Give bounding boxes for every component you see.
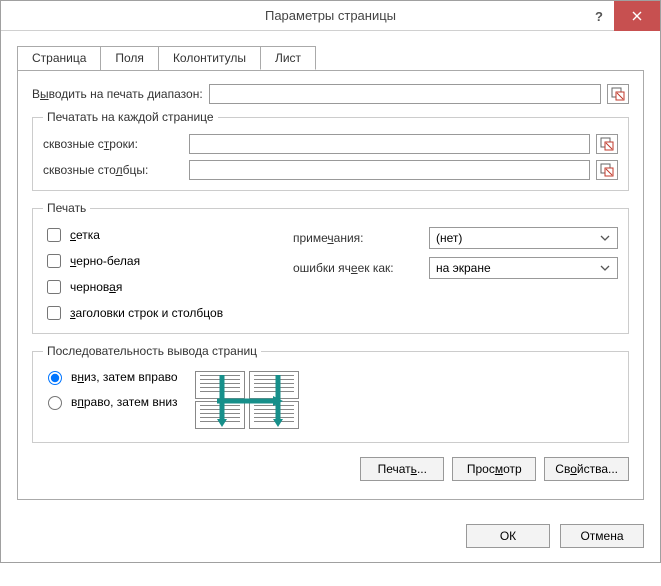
chevron-down-icon (597, 265, 613, 271)
collapse-dialog-icon (600, 137, 614, 151)
ok-button[interactable]: ОК (466, 524, 550, 548)
over-then-down-radio[interactable]: вправо, затем вниз (43, 393, 178, 410)
tab-panel-sheet: Выводить на печать диапазон: Печатать на… (17, 70, 644, 500)
repeat-rows-input[interactable] (189, 134, 590, 154)
notes-select-value: (нет) (436, 231, 462, 245)
page-order-icon (192, 368, 302, 432)
gridlines-checkbox[interactable]: сетка (43, 225, 273, 245)
errors-select-value: на экране (436, 261, 491, 275)
close-icon (632, 11, 642, 21)
repeat-rows-label: сквозные строки: (43, 137, 183, 151)
repeat-cols-ref-button[interactable] (596, 160, 618, 180)
help-button[interactable]: ? (584, 1, 614, 31)
page-setup-dialog: Параметры страницы ? Страница Поля Колон… (0, 0, 661, 563)
repeat-cols-input[interactable] (189, 160, 590, 180)
repeat-rows-ref-button[interactable] (596, 134, 618, 154)
print-fieldset: Печать сетка черно-белая черновая заголо… (32, 201, 629, 334)
errors-select[interactable]: на экране (429, 257, 618, 279)
preview-button[interactable]: Просмотр (452, 457, 536, 481)
close-button[interactable] (614, 1, 660, 31)
print-area-input[interactable] (209, 84, 601, 104)
tabs: Страница Поля Колонтитулы Лист (17, 46, 644, 71)
tab-page[interactable]: Страница (17, 46, 101, 70)
headings-checkbox[interactable]: заголовки строк и столбцов (43, 303, 273, 323)
collapse-dialog-icon (611, 87, 625, 101)
page-order-fieldset: Последовательность вывода страниц вниз, … (32, 344, 629, 443)
print-legend: Печать (43, 201, 90, 215)
titlebar: Параметры страницы ? (1, 1, 660, 31)
print-button[interactable]: Печать... (360, 457, 444, 481)
down-then-over-radio[interactable]: вниз, затем вправо (43, 368, 178, 385)
page-order-legend: Последовательность вывода страниц (43, 344, 261, 358)
notes-label: примечания: (293, 231, 423, 245)
dialog-title: Параметры страницы (1, 8, 660, 23)
collapse-dialog-icon (600, 163, 614, 177)
notes-select[interactable]: (нет) (429, 227, 618, 249)
properties-button[interactable]: Свойства... (544, 457, 629, 481)
errors-label: ошибки ячеек как: (293, 261, 423, 275)
cancel-button[interactable]: Отмена (560, 524, 644, 548)
repeat-legend: Печатать на каждой странице (43, 110, 218, 124)
chevron-down-icon (597, 235, 613, 241)
repeat-fieldset: Печатать на каждой странице сквозные стр… (32, 110, 629, 191)
tab-headers[interactable]: Колонтитулы (158, 46, 261, 70)
print-area-label: Выводить на печать диапазон: (32, 87, 203, 101)
tab-fields[interactable]: Поля (100, 46, 159, 70)
tab-sheet[interactable]: Лист (260, 46, 316, 70)
print-area-ref-button[interactable] (607, 84, 629, 104)
draft-checkbox[interactable]: черновая (43, 277, 273, 297)
black-white-checkbox[interactable]: черно-белая (43, 251, 273, 271)
repeat-cols-label: сквозные столбцы: (43, 163, 183, 177)
